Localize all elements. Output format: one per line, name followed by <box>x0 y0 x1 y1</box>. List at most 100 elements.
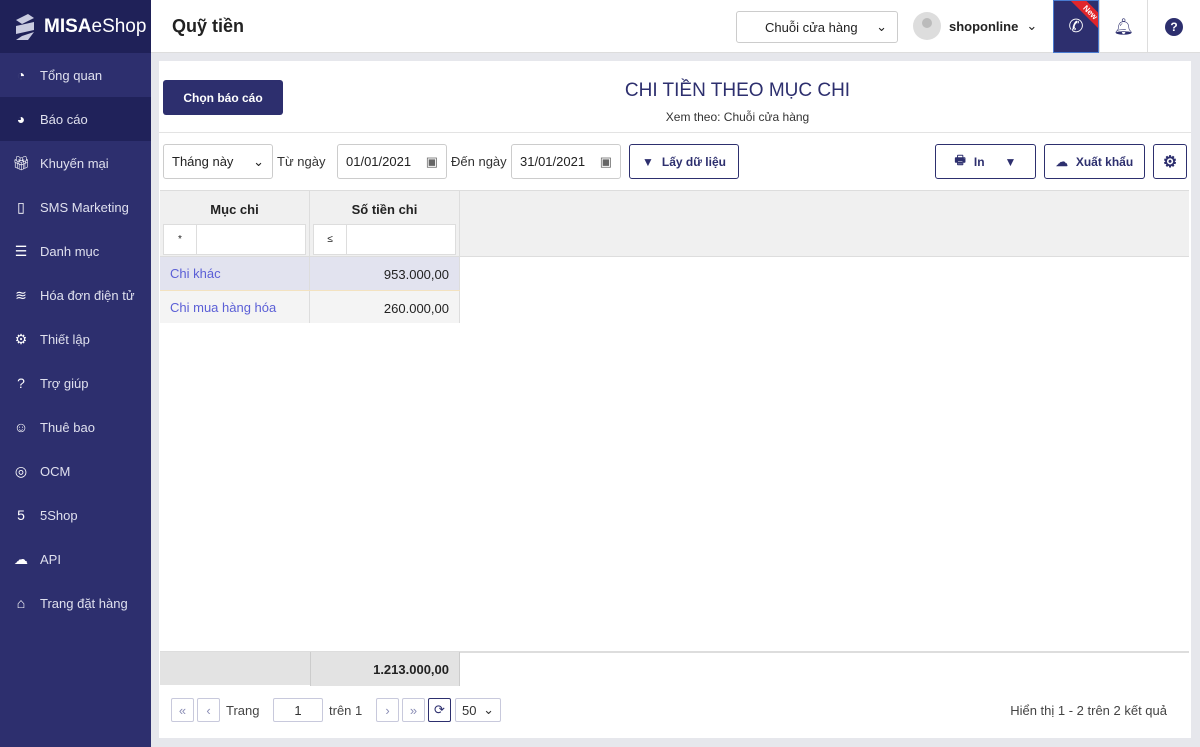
category-cell[interactable]: Chi khác <box>160 257 310 290</box>
settings-button[interactable]: ⚙︎ <box>1153 144 1187 179</box>
sidebar-item-label: API <box>40 551 61 567</box>
report-subtitle: Xem theo: Chuỗi cửa hàng <box>665 110 810 124</box>
sidebar-item-label: Tổng quan <box>40 67 103 83</box>
invoice-icon: ≋ <box>15 286 27 303</box>
sidebar-item-5shop[interactable]: 5 5Shop <box>0 493 151 537</box>
hotline-button[interactable]: ✆ New <box>1053 0 1099 53</box>
gift-icon: 🎁︎ <box>12 154 30 171</box>
fetch-data-button[interactable]: ▼ Lấy dữ liệu <box>629 144 739 179</box>
double-chevron-right-icon: » <box>409 702 418 718</box>
5shop-icon: 5 <box>17 507 25 523</box>
sidebar-item-label: Báo cáo <box>40 111 88 127</box>
print-label: In <box>973 154 985 169</box>
gear-icon: ⚙︎ <box>14 330 28 347</box>
avatar <box>913 12 941 40</box>
table-row[interactable]: Chi khác 953.000,00 <box>160 257 460 290</box>
amount-cell: 953.000,00 <box>310 257 460 290</box>
logo[interactable]: MISAeShop <box>0 0 151 53</box>
refresh-button[interactable]: ⟳ <box>428 698 451 722</box>
page-title: Quỹ tiền <box>172 15 245 36</box>
store-select-value: Chuỗi cửa hàng <box>765 19 858 35</box>
amount-filter-input[interactable] <box>347 225 455 254</box>
chevron-left-icon: ‹ <box>206 702 211 718</box>
report-panel: Chọn báo cáo CHI TIỀN THEO MỤC CHI Xem t… <box>159 61 1191 738</box>
filter-operator[interactable]: ≤ <box>314 225 347 254</box>
sidebar-item-thiết-lập[interactable]: ⚙︎ Thiết lập <box>0 317 151 361</box>
category-cell[interactable]: Chi mua hàng hóa <box>160 291 310 323</box>
dashboard-icon: ◔ <box>16 67 26 83</box>
ocm-icon: ◎ <box>14 462 28 479</box>
sidebar-item-label: Trang đặt hàng <box>40 595 128 611</box>
help-icon: ? <box>17 375 25 391</box>
sidebar-item-thuê-bao[interactable]: ☺︎ Thuê bao <box>0 405 151 449</box>
first-page-button[interactable]: « <box>171 698 194 722</box>
page-label: Trang <box>226 703 260 718</box>
logo-text-bold: MISA <box>44 15 92 37</box>
misa-logo-icon <box>16 13 34 40</box>
category-filter[interactable]: * <box>163 224 306 255</box>
category-filter-input[interactable] <box>197 225 305 254</box>
refresh-icon: ⟳ <box>434 702 445 717</box>
column-title: Mục chi <box>210 202 259 217</box>
sidebar-item-label: Hóa đơn điện tử <box>40 287 135 303</box>
from-label: Từ ngày <box>277 154 326 169</box>
last-page-button[interactable]: » <box>402 698 425 722</box>
user-menu[interactable]: shoponline ⌄ <box>913 12 1037 40</box>
export-button[interactable]: ☁︎ Xuất khẩu <box>1044 144 1145 179</box>
sidebar-item-label: Khuyến mại <box>40 155 109 171</box>
page-size-select[interactable]: 50 ⌄ <box>455 698 501 722</box>
period-value: Tháng này <box>172 154 234 169</box>
chevron-down-icon: ⌄ <box>876 19 887 34</box>
sidebar-item-trang-đặt-hàng[interactable]: ⌂ Trang đặt hàng <box>0 581 151 625</box>
sidebar-item-tổng-quan[interactable]: ◔ Tổng quan <box>0 53 151 97</box>
pie-chart-icon: ◕ <box>16 111 26 127</box>
sidebar: MISAeShop ◔ Tổng quan ◕ Báo cáo 🎁︎ Khuyến mại… <box>0 0 151 747</box>
sidebar-item-sms-marketing[interactable]: ▯ SMS Marketing <box>0 185 151 229</box>
printer-icon: 🖶︎ <box>954 153 966 167</box>
column-header-category[interactable]: Mục chi * <box>160 191 310 257</box>
phone-icon: ✆ <box>1068 16 1084 36</box>
total-amount: 1.213.000,00 <box>310 652 460 686</box>
export-label: Xuất khẩu <box>1075 154 1134 169</box>
help-icon: ? <box>1165 17 1183 36</box>
topbar: Quỹ tiền Chuỗi cửa hàng ⌄ shoponline ⌄ ✆ Ne… <box>151 0 1200 53</box>
mobile-icon: ▯ <box>17 198 25 215</box>
page-count: trên 1 <box>329 703 363 718</box>
prev-page-button[interactable]: ‹ <box>197 698 220 722</box>
calendar-icon: ▣ <box>599 153 612 169</box>
sidebar-item-báo-cáo[interactable]: ◕ Báo cáo <box>0 97 151 141</box>
bell-icon: 🔔︎ <box>1113 18 1134 36</box>
table-row[interactable]: Chi mua hàng hóa 260.000,00 <box>160 290 460 323</box>
amount-filter[interactable]: ≤ <box>313 224 456 255</box>
list-icon: ☰ <box>14 242 28 259</box>
store-select[interactable]: Chuỗi cửa hàng ⌄ <box>736 11 898 43</box>
grid-footer: 1.213.000,00 <box>160 651 1189 686</box>
sidebar-item-label: OCM <box>40 463 71 479</box>
filter-operator[interactable]: * <box>164 225 197 254</box>
notification-button[interactable]: 🔔︎ <box>1099 0 1147 53</box>
from-date-input[interactable]: 01/01/2021 ▣ <box>337 144 447 179</box>
logo-text: eShop <box>91 15 147 37</box>
page-input[interactable]: 1 <box>273 698 323 722</box>
help-button[interactable]: ? <box>1147 0 1200 53</box>
sidebar-item-ocm[interactable]: ◎ OCM <box>0 449 151 493</box>
print-button[interactable]: 🖶︎ In ▼ <box>935 144 1036 179</box>
sidebar-item-label: Danh mục <box>40 243 100 259</box>
from-date-value: 01/01/2021 <box>346 154 412 169</box>
chevron-right-icon: › <box>385 702 390 718</box>
amount-cell: 260.000,00 <box>310 291 460 323</box>
column-title: Số tiền chi <box>351 202 418 217</box>
divider <box>159 132 1191 133</box>
user-icon: ☺︎ <box>13 419 29 435</box>
sidebar-item-khuyến-mại[interactable]: 🎁︎ Khuyến mại <box>0 141 151 185</box>
period-select[interactable]: Tháng này ⌄ <box>163 144 273 179</box>
to-label: Đến ngày <box>451 154 507 169</box>
next-page-button[interactable]: › <box>376 698 399 722</box>
sidebar-item-danh-mục[interactable]: ☰ Danh mục <box>0 229 151 273</box>
sidebar-item-trợ-giúp[interactable]: ? Trợ giúp <box>0 361 151 405</box>
column-header-amount[interactable]: Số tiền chi ≤ <box>310 191 460 257</box>
sidebar-item-api[interactable]: ☁︎ API <box>0 537 151 581</box>
to-date-input[interactable]: 31/01/2021 ▣ <box>511 144 621 179</box>
sidebar-item-hóa-đơn-điện-tử[interactable]: ≋ Hóa đơn điện tử <box>0 273 151 317</box>
double-chevron-left-icon: « <box>178 702 187 718</box>
